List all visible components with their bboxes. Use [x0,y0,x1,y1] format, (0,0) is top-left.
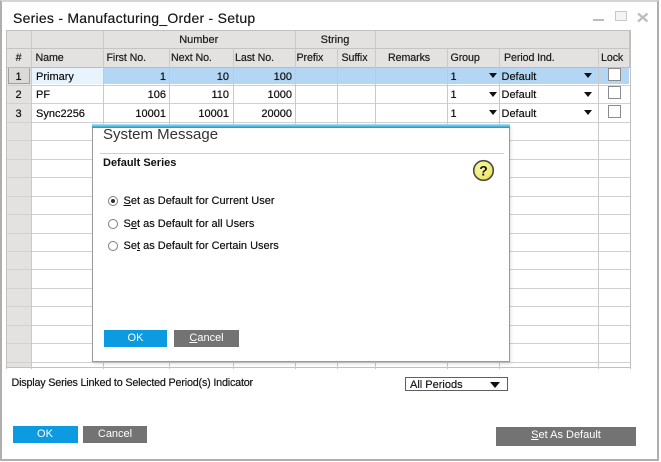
svg-text:?: ? [479,163,488,179]
